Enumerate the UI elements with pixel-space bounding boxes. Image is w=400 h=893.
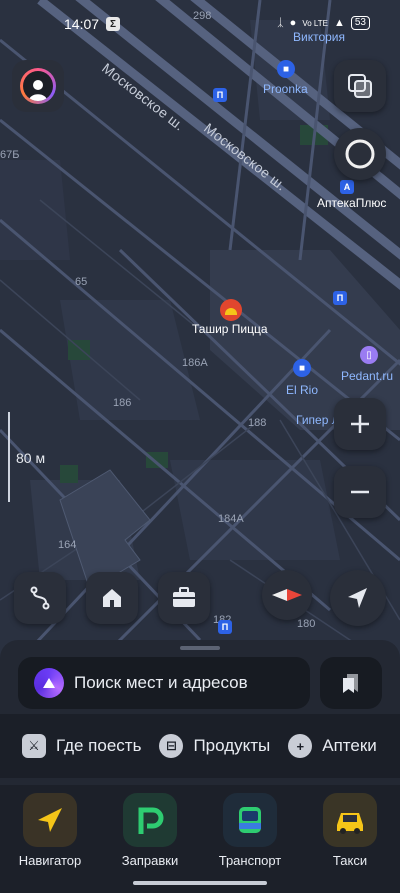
status-time: 14:07 <box>64 16 100 32</box>
avatar <box>20 68 56 104</box>
compass-icon <box>272 589 302 601</box>
minus-icon <box>351 490 369 494</box>
map-scale-label: 80 м <box>16 450 46 466</box>
user-silhouette-icon <box>23 71 53 101</box>
briefcase-icon <box>173 587 195 607</box>
bookmarks-button[interactable] <box>320 657 382 709</box>
building-number: 67Б <box>0 149 20 161</box>
search-placeholder: Поиск мест и адресов <box>74 673 248 692</box>
category-label: Аптеки <box>322 736 377 755</box>
category-label: Продукты <box>193 736 271 755</box>
plus-icon: + <box>288 734 313 758</box>
pizza-icon[interactable] <box>220 299 242 321</box>
volte-label: Vo LTE <box>302 18 328 28</box>
services-dock: Навигатор Заправки Транспорт Такси <box>0 785 400 893</box>
sheet-grabber[interactable] <box>180 646 220 650</box>
home-icon <box>103 589 121 607</box>
dock-taxi[interactable]: Такси <box>310 793 390 868</box>
pharmacy-icon[interactable]: A <box>340 180 354 194</box>
alice-icon[interactable] <box>34 668 64 698</box>
building-number: 180 <box>297 618 316 630</box>
category-label: Где поесть <box>56 736 142 755</box>
transit-stop-icon[interactable]: Π <box>218 620 232 634</box>
building-number: 164 <box>58 539 77 551</box>
location-arrow-icon <box>348 588 367 608</box>
search-input[interactable]: Поиск мест и адресов <box>18 657 310 709</box>
bookmarks-icon <box>343 674 358 693</box>
poi-label-pedant[interactable]: Pedant.ru <box>341 369 393 383</box>
zoom-out-button[interactable] <box>334 466 386 518</box>
basket-icon: ⊟ <box>159 734 184 758</box>
layers-icon <box>348 74 372 98</box>
route-button[interactable] <box>14 572 66 624</box>
transit-stop-icon[interactable]: Π <box>213 88 227 102</box>
home-button[interactable] <box>86 572 138 624</box>
category-food[interactable]: ⚔ Где поесть <box>22 734 141 758</box>
building-number: 186А <box>182 357 208 369</box>
taxi-car-icon <box>323 793 377 847</box>
work-button[interactable] <box>158 572 210 624</box>
dock-transport[interactable]: Транспорт <box>210 793 290 868</box>
home-indicator[interactable] <box>133 881 267 885</box>
phone-shop-icon[interactable]: ▯ <box>360 346 378 364</box>
category-pharmacy[interactable]: + Аптеки <box>288 734 377 758</box>
layers-button[interactable] <box>334 60 386 112</box>
battery-icon: 53 <box>350 16 370 30</box>
poi-label-elrio[interactable]: El Rio <box>286 383 318 397</box>
shop-bag-icon[interactable]: ■ <box>277 60 295 78</box>
alice-ring-icon <box>345 139 375 169</box>
alice-voice-button[interactable] <box>334 128 386 180</box>
dock-label: Заправки <box>121 853 179 868</box>
poi-label-tashir[interactable]: Ташир Пицца <box>192 322 268 336</box>
category-groceries[interactable]: ⊟ Продукты <box>159 734 270 758</box>
dock-fuel[interactable]: Заправки <box>110 793 190 868</box>
status-bar: 14:07 Σ ᛣ ● Vo LTE ▲ 53 <box>0 14 400 36</box>
bluetooth-icon: ᛣ <box>277 17 284 29</box>
dock-label: Навигатор <box>18 853 82 868</box>
dock-label: Такси <box>332 853 368 868</box>
dock-label: Транспорт <box>218 853 282 868</box>
my-location-button[interactable] <box>330 570 386 626</box>
building-number: 184А <box>218 513 244 525</box>
signal-icon: ▲ <box>333 17 345 29</box>
compass-button[interactable] <box>262 570 312 620</box>
map-scale-bar <box>8 412 10 502</box>
transit-stop-icon[interactable]: Π <box>333 291 347 305</box>
category-chips[interactable]: ⚔ Где поесть ⊟ Продукты + Аптеки <box>0 714 400 778</box>
building-number: 65 <box>75 276 88 288</box>
status-icons: ᛣ ● Vo LTE ▲ 53 <box>277 16 370 30</box>
navigator-arrow-icon <box>23 793 77 847</box>
route-icon <box>30 586 50 610</box>
fuel-p-icon <box>123 793 177 847</box>
location-icon: ● <box>289 17 297 29</box>
poi-label-apteka[interactable]: АптекаПлюс <box>317 196 386 210</box>
zoom-in-button[interactable] <box>334 398 386 450</box>
shop-bag-icon[interactable]: ■ <box>293 359 311 377</box>
dock-navigator[interactable]: Навигатор <box>10 793 90 868</box>
building-number: 188 <box>248 417 267 429</box>
poi-label-proonka[interactable]: Рroоnka <box>263 82 308 96</box>
building-number: 186 <box>113 397 132 409</box>
bottom-sheet[interactable]: Поиск мест и адресов ⚔ Где поесть ⊟ Прод… <box>0 640 400 785</box>
bus-icon <box>223 793 277 847</box>
notification-app-icon: Σ <box>106 17 120 31</box>
fork-knife-icon: ⚔ <box>22 734 46 758</box>
profile-button[interactable] <box>12 60 64 112</box>
plus-icon <box>351 415 369 433</box>
